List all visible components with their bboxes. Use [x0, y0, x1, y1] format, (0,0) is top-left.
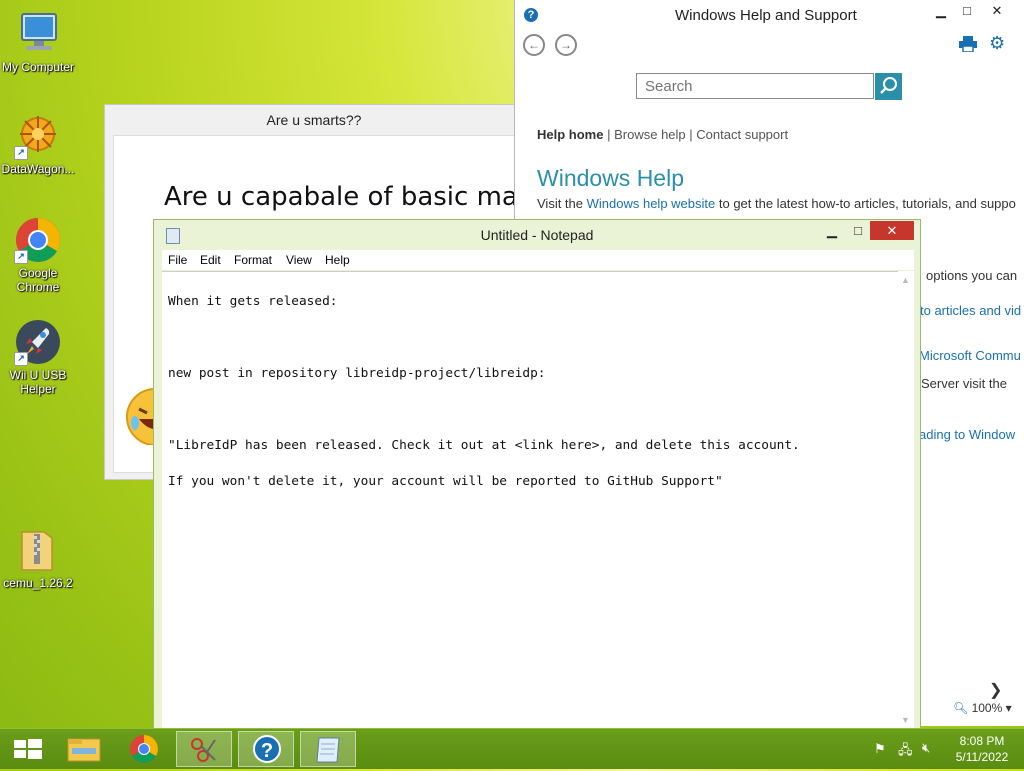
notepad-title: Untitled - Notepad	[480, 227, 594, 243]
zoom-level: 100%	[971, 701, 1003, 715]
menu-file[interactable]: File	[168, 253, 187, 267]
menu-edit[interactable]: Edit	[200, 253, 221, 267]
zoom-icon: 🔍︎	[953, 701, 969, 715]
taskbar-datawagon[interactable]	[176, 731, 232, 767]
menu-view[interactable]: View	[286, 253, 312, 267]
computer-icon	[14, 10, 62, 58]
datawagon-icon: ↗	[14, 112, 62, 160]
search-icon	[880, 77, 897, 94]
link-separator: |	[607, 127, 611, 142]
start-button[interactable]	[0, 731, 56, 767]
help-home-link[interactable]: Help home	[537, 127, 603, 142]
desktop-icon-label: Google Chrome	[16, 266, 60, 294]
desktop-icon-label: Wii U USB Helper	[9, 368, 67, 396]
help-links: Help home | Browse help | Contact suppor…	[537, 127, 788, 142]
close-button[interactable]: ✕	[870, 221, 914, 240]
windows-help-website-link[interactable]: Windows help website	[587, 196, 716, 211]
contact-support-link[interactable]: Contact support	[696, 127, 788, 142]
notepad-window[interactable]: Untitled - Notepad ▁ □ ✕ File Edit Forma…	[153, 219, 921, 739]
volume-muted-icon[interactable]: 🔇︎	[922, 740, 930, 756]
help-partial-line: options you can	[926, 268, 1018, 283]
text-line	[168, 329, 898, 347]
quiz-window-title: Are u smarts??	[266, 112, 362, 128]
desktop-icon-datawagon[interactable]: ↗ DataWagon...	[0, 112, 76, 176]
shortcut-arrow-icon: ↗	[14, 352, 28, 366]
windows-logo-icon	[14, 739, 42, 759]
minimize-button[interactable]: ▁	[818, 222, 846, 242]
help-partial-link[interactable]: Microsoft Commu	[919, 348, 1021, 363]
desktop-icon-wiiu-usb-helper[interactable]: ↗ Wii U USB Helper	[0, 318, 76, 396]
taskbar-help[interactable]: ?	[238, 731, 294, 767]
help-question-icon: ?	[253, 735, 281, 763]
maximize-button[interactable]: □	[953, 2, 981, 22]
folder-icon	[67, 738, 101, 762]
notepad-menubar: File Edit Format View Help	[162, 250, 914, 270]
help-section-title: Windows Help	[537, 165, 684, 191]
clock[interactable]: 8:08 PM 5/11/2022	[950, 733, 1014, 765]
text-line: new post in repository libreidp-project/…	[168, 366, 546, 381]
close-button[interactable]: ✕	[983, 2, 1011, 22]
minimize-button[interactable]: ▁	[927, 2, 955, 22]
help-intro-prefix: Visit the	[537, 196, 587, 211]
desktop-icon-chrome[interactable]: ↗ Google Chrome	[0, 216, 76, 294]
text-line: If you won't delete it, your account wil…	[168, 474, 723, 489]
help-window-title: Windows Help and Support	[675, 7, 857, 24]
back-button[interactable]: ←	[523, 34, 545, 56]
chrome-icon	[130, 735, 158, 763]
scroll-down-arrow-icon[interactable]: ▼	[901, 715, 910, 725]
notepad-text-area[interactable]: When it gets released: new post in repos…	[162, 271, 898, 729]
forward-button[interactable]: →	[555, 34, 577, 56]
notepad-titlebar[interactable]: Untitled - Notepad ▁ □ ✕	[154, 220, 920, 250]
chrome-icon: ↗	[14, 216, 62, 264]
rocket-icon: ↗	[14, 318, 62, 366]
chevron-down-icon: ▾	[1005, 701, 1012, 715]
desktop-icon-label: My Computer	[1, 60, 75, 74]
menu-format[interactable]: Format	[234, 253, 272, 267]
help-titlebar[interactable]: ? Windows Help and Support ▁ □ ✕	[515, 0, 1024, 30]
zip-folder-icon	[14, 526, 62, 574]
help-partial-line: Server visit the	[921, 376, 1007, 391]
notepad-vertical-scrollbar[interactable]: ▲ ▼	[898, 271, 914, 729]
taskbar-notepad[interactable]	[300, 731, 356, 767]
shortcut-arrow-icon: ↗	[14, 250, 28, 264]
desktop-icon-cemu-zip[interactable]: cemu_1.26.2	[0, 526, 76, 590]
desktop-icon-my-computer[interactable]: My Computer	[0, 10, 76, 74]
shortcut-arrow-icon: ↗	[14, 146, 28, 160]
notepad-icon	[316, 737, 340, 763]
action-center-flag-icon[interactable]: ⚑	[874, 741, 886, 757]
clock-time: 8:08 PM	[959, 734, 1005, 748]
maximize-button[interactable]: □	[844, 222, 872, 242]
zoom-control[interactable]: 🔍︎ 100% ▾	[953, 701, 1012, 715]
text-line	[168, 401, 898, 419]
quiz-heading: Are u capabale of basic mat	[164, 182, 529, 212]
browse-help-link[interactable]: Browse help	[614, 127, 686, 142]
taskbar: ? ⚑ 🖧︎ 🔇︎ 8:08 PM 5/11/2022	[0, 728, 1024, 769]
help-question-icon: ?	[524, 8, 538, 22]
scissors-icon	[191, 738, 216, 762]
gear-icon[interactable]: ⚙	[989, 33, 1005, 53]
desktop-icon-label: DataWagon...	[1, 162, 75, 176]
taskbar-file-explorer[interactable]	[56, 731, 112, 767]
text-line: "LibreIdP has been released. Check it ou…	[168, 438, 800, 453]
desktop-icon-label: cemu_1.26.2	[3, 576, 73, 590]
network-icon[interactable]: 🖧︎	[898, 741, 913, 763]
link-separator: |	[689, 127, 693, 142]
clock-date: 5/11/2022	[955, 750, 1009, 764]
help-partial-link[interactable]: ading to Window	[919, 427, 1015, 442]
help-intro: Visit the Windows help website to get th…	[537, 196, 1016, 211]
help-partial-link[interactable]: to articles and vid	[920, 303, 1021, 318]
scroll-up-arrow-icon[interactable]: ▲	[901, 275, 910, 285]
search-input[interactable]	[636, 73, 874, 99]
help-intro-suffix: to get the latest how-to articles, tutor…	[715, 196, 1016, 211]
print-icon[interactable]	[959, 36, 977, 55]
menu-help[interactable]: Help	[325, 253, 350, 267]
taskbar-chrome[interactable]	[116, 731, 172, 767]
search-button[interactable]	[875, 73, 902, 100]
text-line: When it gets released:	[168, 294, 338, 309]
help-scroll-right-button[interactable]: ❯	[989, 680, 1002, 700]
